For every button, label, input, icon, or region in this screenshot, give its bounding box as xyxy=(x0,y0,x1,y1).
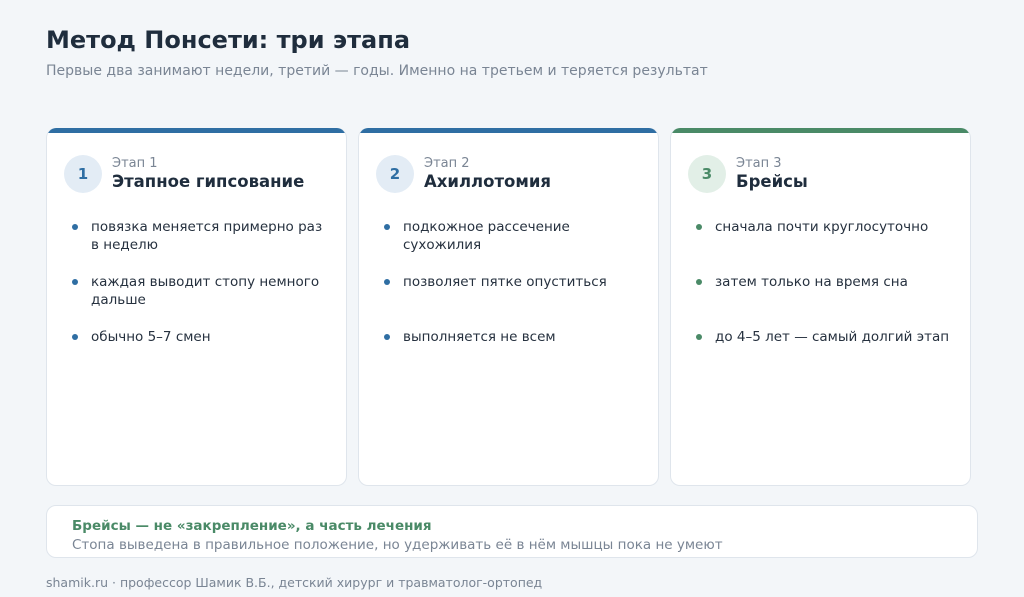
stage-card-accent-bar xyxy=(359,128,658,133)
bullet-dot-icon xyxy=(384,224,390,230)
stage-number-badge: 3 xyxy=(688,155,726,193)
list-item: повязка меняется примерно раз в неделю xyxy=(72,218,332,273)
list-item: каждая выводит стопу немного дальше xyxy=(72,273,332,328)
bullet-text: до 4–5 лет — самый долгий этап xyxy=(715,329,950,345)
list-item: до 4–5 лет — самый долгий этап xyxy=(696,328,956,383)
bullet-dot-icon xyxy=(384,334,390,340)
bullet-dot-icon xyxy=(384,279,390,285)
page-subtitle: Первые два занимают недели, третий — год… xyxy=(46,63,708,79)
note-text: Стопа выведена в правильное положение, н… xyxy=(72,537,723,553)
stage-name: Этапное гипсование xyxy=(112,172,305,191)
bullet-text: каждая выводит стопу немного дальше xyxy=(91,274,320,308)
stages-row: 1 Этап 1 Этапное гипсование повязка меня… xyxy=(46,128,972,486)
list-item: сначала почти круглосуточно xyxy=(696,218,956,273)
stage-card-2: 2 Этап 2 Ахиллотомия подкожное рассечени… xyxy=(358,128,659,486)
stage-number-badge: 1 xyxy=(64,155,102,193)
note-title: Брейсы — не «закрепление», а часть лечен… xyxy=(72,518,432,534)
list-item: выполняется не всем xyxy=(384,328,644,383)
stage-number-badge: 2 xyxy=(376,155,414,193)
bullet-dot-icon xyxy=(696,224,702,230)
bullet-dot-icon xyxy=(72,224,78,230)
stage-name: Ахиллотомия xyxy=(424,172,552,191)
stage-label: Этап 2 xyxy=(424,156,470,171)
stage-label: Этап 1 xyxy=(112,156,158,171)
stage-bullet-list: повязка меняется примерно раз в неделю к… xyxy=(72,218,332,383)
bullet-text: позволяет пятке опуститься xyxy=(403,274,607,290)
bullet-dot-icon xyxy=(72,334,78,340)
bullet-text: затем только на время сна xyxy=(715,274,908,290)
stage-card-3: 3 Этап 3 Брейсы сначала почти круглосуто… xyxy=(670,128,971,486)
list-item: затем только на время сна xyxy=(696,273,956,328)
stage-card-accent-bar xyxy=(671,128,970,133)
bullet-text: выполняется не всем xyxy=(403,329,556,345)
page: Метод Понсети: три этапа Первые два зани… xyxy=(0,0,1024,597)
bullet-text: обычно 5–7 смен xyxy=(91,329,211,345)
footer-credit: shamik.ru · профессор Шамик В.Б., детски… xyxy=(46,575,543,590)
stage-label: Этап 3 xyxy=(736,156,782,171)
stage-card-1: 1 Этап 1 Этапное гипсование повязка меня… xyxy=(46,128,347,486)
bullet-dot-icon xyxy=(72,279,78,285)
bullet-dot-icon xyxy=(696,334,702,340)
stage-bullet-list: подкожное рассечение сухожилия позволяет… xyxy=(384,218,644,383)
bullet-text: повязка меняется примерно раз в неделю xyxy=(91,219,323,253)
bullet-text: подкожное рассечение сухожилия xyxy=(403,219,570,253)
list-item: позволяет пятке опуститься xyxy=(384,273,644,328)
stage-card-accent-bar xyxy=(47,128,346,133)
list-item: подкожное рассечение сухожилия xyxy=(384,218,644,273)
stage-bullet-list: сначала почти круглосуточно затем только… xyxy=(696,218,956,383)
bullet-dot-icon xyxy=(696,279,702,285)
page-title: Метод Понсети: три этапа xyxy=(46,26,411,54)
list-item: обычно 5–7 смен xyxy=(72,328,332,383)
callout-note: Брейсы — не «закрепление», а часть лечен… xyxy=(46,505,978,558)
stage-name: Брейсы xyxy=(736,172,808,191)
bullet-text: сначала почти круглосуточно xyxy=(715,219,929,235)
